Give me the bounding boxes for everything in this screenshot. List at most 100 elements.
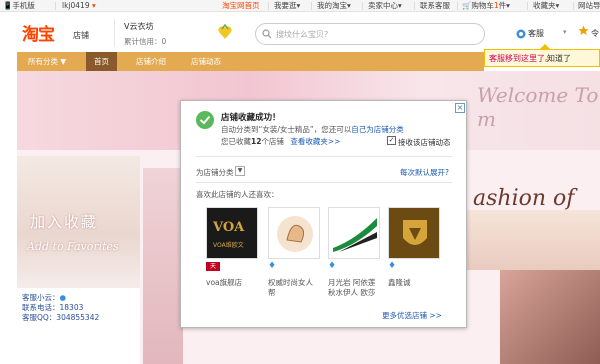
- default-expand-link[interactable]: 每次默认展开?: [400, 167, 449, 178]
- hand-logo-icon: [277, 216, 313, 252]
- customer-service-button[interactable]: 客服: [528, 28, 544, 39]
- taobao-logo[interactable]: 淘宝: [22, 20, 55, 45]
- seller-label: 卖家中心: [368, 1, 398, 10]
- category-dropdown[interactable]: ▼: [235, 166, 245, 176]
- credit-text: 累计信用：0: [124, 37, 167, 46]
- decor-panel: [460, 210, 600, 270]
- seller-center-link[interactable]: 卖家中心▾: [368, 0, 402, 12]
- divider: [457, 2, 458, 10]
- dropdown-icon: ▾: [92, 1, 96, 10]
- chevron-down-icon: ▾: [296, 1, 301, 10]
- site-nav-link[interactable]: 网站导: [578, 0, 600, 12]
- shop-name-voa[interactable]: voa旗舰店: [206, 277, 242, 288]
- category-label: 为店铺分类: [196, 168, 234, 177]
- star-icon: [578, 25, 589, 38]
- receive-updates-checkbox[interactable]: ✓: [387, 136, 396, 145]
- fashion-text: ashion of: [473, 186, 575, 211]
- username: lkj0419: [62, 1, 90, 10]
- chat-bubble-icon[interactable]: ●: [60, 293, 67, 302]
- divider: [311, 2, 312, 10]
- divider: [114, 19, 115, 47]
- shop-thumb-moonlight[interactable]: [328, 207, 380, 259]
- divider: [196, 182, 452, 183]
- mobile-link[interactable]: 📱手机版: [3, 0, 35, 12]
- nav-shop-intro[interactable]: 店铺介绍: [128, 52, 174, 71]
- my-taobao-label: 我的淘宝: [317, 1, 347, 10]
- logo-sub: 店铺: [73, 31, 89, 40]
- nav-all-categories[interactable]: 所有分类 ▼: [20, 52, 74, 71]
- kefu-moved-tip: 客服移到这里了。 知道了: [484, 49, 600, 67]
- chevron-down-icon: ▼: [237, 167, 243, 174]
- chevron-down-icon[interactable]: ▾: [563, 28, 567, 36]
- tmall-badge-icon: 天: [206, 262, 220, 271]
- line2-pre: 您已收藏: [221, 137, 251, 146]
- shop-thumb-voa[interactable]: VOA VOA维欧文: [206, 207, 258, 259]
- view-favorites-link[interactable]: 查看收藏夹>>: [290, 137, 340, 146]
- shop-name-xinlongcheng[interactable]: 鑫隆诚: [388, 277, 411, 288]
- tip-text: 客服移到这里了。: [489, 54, 553, 63]
- qq-text: 客服QQ：304855342: [22, 313, 100, 322]
- browse-label: 我要逛: [274, 1, 297, 10]
- chevron-down-icon: ▾: [347, 1, 351, 10]
- divider: [573, 2, 574, 10]
- heart-icon[interactable]: [216, 23, 234, 43]
- also-like-label: 喜欢此店铺的人还喜欢：: [196, 190, 279, 199]
- diamond-icon: ♦: [268, 261, 277, 271]
- divider: [362, 2, 363, 10]
- user-link[interactable]: lkj0419 ▾: [62, 0, 96, 12]
- banner-welcome-text: Welcome To m: [477, 83, 599, 131]
- shop-thumb-fashion[interactable]: [268, 207, 320, 259]
- contact-link[interactable]: 联系客服: [420, 0, 450, 12]
- favorites-label: 收藏夹: [533, 1, 556, 10]
- swoosh-logo-icon: [333, 218, 377, 252]
- cart-unit: 件: [498, 1, 507, 10]
- divider: [55, 2, 56, 10]
- favorites-link[interactable]: 收藏夹▾: [533, 0, 559, 12]
- chat-label[interactable]: 令: [591, 28, 599, 39]
- search-box[interactable]: 搜坟什么宝贝?: [255, 23, 485, 45]
- fav-count: 12: [251, 137, 262, 146]
- crest-logo-icon: [403, 220, 427, 245]
- chevron-down-icon: ▾: [506, 1, 510, 10]
- diamond-icon: ♦: [328, 261, 337, 271]
- customer-service-icon: [516, 29, 526, 41]
- kefu-label: 客服小云：: [22, 293, 60, 302]
- tip-ok-button[interactable]: 知道了: [547, 53, 571, 64]
- cart-label: 购物车: [471, 1, 494, 10]
- divider: [196, 156, 452, 157]
- nav-home[interactable]: 首页: [86, 52, 117, 71]
- chevron-down-icon: ▾: [398, 1, 402, 10]
- dialog-line1: 自动分类到“女装/女士精品”，您还可以自己为店铺分类: [221, 124, 404, 135]
- taobao-home-link[interactable]: 淘宝网首页: [222, 0, 260, 12]
- receive-updates-label: 接收该店铺动态: [398, 138, 451, 147]
- shop-thumb-xinlongcheng[interactable]: [388, 207, 440, 259]
- line2-mid: 个店铺: [261, 137, 284, 146]
- shop-name[interactable]: V云衣坊: [124, 21, 153, 32]
- decor-panel: [500, 270, 600, 364]
- add-to-favorites-banner[interactable]: [17, 156, 140, 288]
- close-icon[interactable]: ×: [455, 103, 465, 113]
- success-check-icon: [196, 111, 214, 129]
- divider: [268, 2, 269, 10]
- cart-icon: 🛒: [462, 1, 472, 10]
- chevron-down-icon: ▾: [555, 1, 560, 10]
- line1-text: 自动分类到“女装/女士精品”，您还可以: [221, 125, 352, 134]
- dialog-line2: 您已收藏12个店铺 查看收藏夹>>: [221, 136, 340, 147]
- nav-shop-updates[interactable]: 店铺动态: [183, 52, 229, 71]
- browse-link[interactable]: 我要逛▾: [274, 0, 300, 12]
- decor-panel: [143, 168, 183, 364]
- shop-name-moonlight-2[interactable]: 秋水伊人 欧莎: [328, 287, 375, 298]
- my-taobao-link[interactable]: 我的淘宝▾: [317, 0, 351, 12]
- shop-name-fashion-2[interactable]: 帮: [268, 287, 276, 298]
- divider: [527, 2, 528, 10]
- phone-icon: 📱: [3, 1, 13, 10]
- voa-logo: VOA: [213, 220, 245, 235]
- divider: [414, 2, 415, 10]
- voa-logo-sub: VOA维欧文: [213, 242, 244, 249]
- diamond-icon: ♦: [388, 261, 397, 271]
- more-shops-link[interactable]: 更多优选店铺 >>: [382, 310, 442, 321]
- cart-link[interactable]: 🛒购物车1件▾: [462, 0, 510, 12]
- search-icon: [262, 29, 272, 41]
- dialog-title: 店铺收藏成功！: [221, 113, 281, 123]
- custom-category-link[interactable]: 自己为店铺分类: [351, 125, 404, 134]
